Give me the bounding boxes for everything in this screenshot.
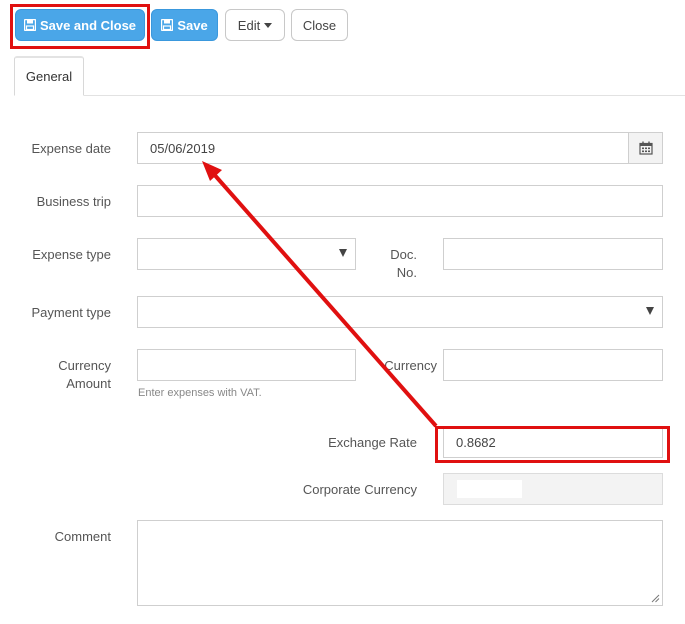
resize-handle-icon[interactable] <box>651 594 660 603</box>
calendar-button[interactable] <box>628 132 663 164</box>
close-label: Close <box>302 17 337 33</box>
expense-date-input[interactable]: 05/06/2019 <box>137 132 629 164</box>
save-button[interactable]: Save <box>151 9 218 41</box>
business-trip-label: Business trip <box>36 194 111 209</box>
currency-label: Currency <box>384 358 437 373</box>
dropdown-arrow-icon <box>339 249 347 257</box>
currency-amount-input[interactable] <box>137 349 356 381</box>
payment-type-select[interactable] <box>137 296 663 328</box>
save-label: Save <box>177 17 208 33</box>
edit-label: Edit <box>237 17 261 33</box>
comment-label: Comment <box>54 529 111 544</box>
calendar-icon <box>638 141 653 155</box>
redacted-value <box>457 480 522 498</box>
comment-textarea[interactable] <box>137 520 663 606</box>
currency-input[interactable] <box>443 349 663 381</box>
expense-type-label: Expense type <box>32 247 111 262</box>
expense-date-label: Expense date <box>31 141 111 156</box>
dropdown-arrow-icon <box>646 307 654 315</box>
save-icon <box>161 19 174 31</box>
close-button[interactable]: Close <box>291 9 348 41</box>
business-trip-input[interactable] <box>137 185 663 217</box>
annotation-highlight-exchange-rate <box>435 426 670 463</box>
currency-amount-label: Currency Amount <box>58 358 111 391</box>
currency-amount-help-text: Enter expenses with VAT. <box>138 387 262 399</box>
tab-general[interactable]: General <box>14 56 84 96</box>
chevron-down-icon <box>264 22 273 28</box>
payment-type-label: Payment type <box>31 305 112 320</box>
expense-type-select[interactable] <box>137 238 356 270</box>
doc-no-input[interactable] <box>443 238 663 270</box>
corporate-currency-label: Corporate Currency <box>302 482 417 497</box>
doc-no-label: Doc. No. <box>390 247 417 280</box>
exchange-rate-label: Exchange Rate <box>328 435 417 450</box>
annotation-highlight-save-close <box>10 4 150 49</box>
edit-dropdown-button[interactable]: Edit <box>225 9 285 41</box>
tab-divider <box>84 95 685 96</box>
